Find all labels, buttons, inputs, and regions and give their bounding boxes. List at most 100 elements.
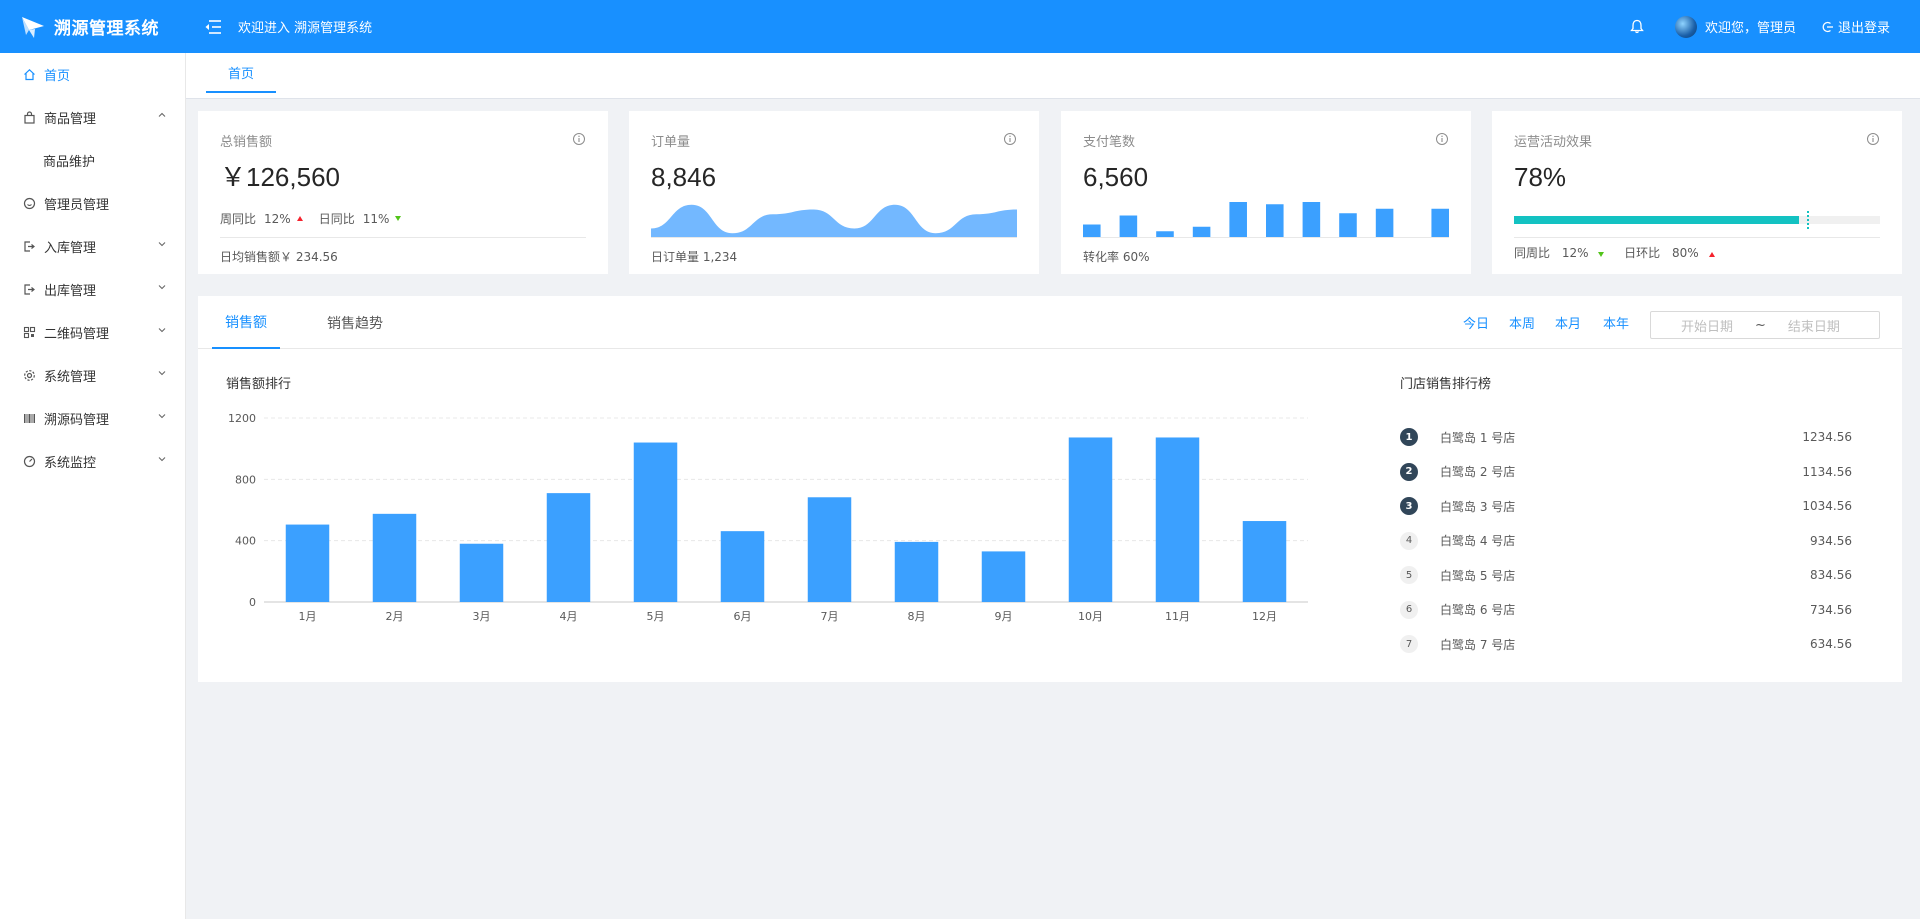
bar	[1242, 521, 1287, 602]
x-tick-label: 7月	[821, 610, 839, 623]
info-icon[interactable]	[1435, 132, 1449, 146]
wow-label: 周同比	[220, 212, 257, 226]
sidebar-item-label: 商品维护	[43, 155, 96, 170]
progress-target	[1806, 211, 1809, 229]
info-icon[interactable]	[1866, 132, 1880, 146]
home-icon	[22, 68, 36, 82]
ranking-title: 门店销售排行榜	[1400, 377, 1492, 392]
store-sales-value: 834.56	[1810, 568, 1852, 582]
barcode-icon	[22, 412, 36, 426]
store-sales-value: 934.56	[1810, 533, 1852, 548]
avatar[interactable]	[1674, 15, 1697, 38]
card-total-sales: 总销售额 ￥126,560 周同比 12% 日同比 11% 日均销售额￥ 234…	[198, 111, 608, 274]
sidebar-item-inbound[interactable]: 入库管理	[0, 225, 185, 268]
card-title: 订单量	[651, 135, 691, 150]
chevron-down-icon	[157, 368, 167, 378]
card-title: 运营活动效果	[1514, 135, 1593, 150]
y-tick-label: 1200	[228, 412, 256, 425]
progress-fill	[1514, 216, 1800, 224]
sidebar-item-goods[interactable]: 商品管理	[0, 96, 185, 139]
ranking-row: 4 白鹭岛 4 号店 934.56	[1400, 531, 1880, 551]
trend-up-icon	[1708, 252, 1715, 257]
sidebar: 首页 商品管理 商品维护 管理员管理 入库管理 出库管理 二维码管理 系统管理 …	[0, 53, 186, 919]
sidebar-item-monitor[interactable]: 系统监控	[0, 440, 185, 483]
menu-fold-icon[interactable]	[204, 18, 222, 36]
mini-bar	[1375, 208, 1394, 238]
ranking-row: 1 白鹭岛 1 号店 1234.56	[1400, 427, 1880, 447]
sidebar-item-system[interactable]: 系统管理	[0, 354, 185, 397]
wow-value: 12%	[264, 211, 291, 226]
range-week[interactable]: 本周	[1509, 296, 1535, 349]
end-date-input[interactable]: 结束日期	[1788, 316, 1840, 335]
card-footer: 同周比 12% 日环比 80%	[1514, 237, 1880, 261]
rank-number: 1	[1400, 428, 1418, 446]
sidebar-item-label: 入库管理	[44, 241, 97, 256]
user-welcome[interactable]: 欢迎您，管理员	[1705, 17, 1796, 36]
sidebar-item-label: 商品管理	[44, 112, 97, 127]
x-tick-label: 9月	[995, 610, 1013, 623]
y-tick-label: 800	[235, 473, 256, 486]
trend-down-icon	[1598, 252, 1605, 257]
bell-icon[interactable]	[1627, 17, 1647, 37]
rank-number: 6	[1400, 600, 1418, 619]
x-tick-label: 1月	[299, 610, 317, 623]
rank-number: 2	[1400, 462, 1418, 481]
range-year[interactable]: 本年	[1603, 296, 1629, 349]
logo[interactable]: 溯源管理系统	[0, 0, 186, 53]
sidebar-item-qrcode[interactable]: 二维码管理	[0, 311, 185, 354]
top-header: 溯源管理系统 欢迎进入 溯源管理系统 欢迎您，管理员 退出登录	[0, 0, 1920, 53]
chevron-down-icon	[157, 454, 167, 464]
tab-home[interactable]: 首页	[206, 53, 276, 93]
date-range-picker[interactable]: 开始日期 ~ 结束日期	[1650, 311, 1880, 339]
card-value: 8,846	[651, 162, 717, 192]
x-tick-label: 12月	[1252, 610, 1277, 623]
range-month[interactable]: 本月	[1555, 296, 1581, 349]
card-value: 6,560	[1083, 162, 1149, 192]
area-series	[651, 204, 1017, 238]
sidebar-item-admin[interactable]: 管理员管理	[0, 182, 185, 225]
x-tick-label: 2月	[386, 610, 404, 623]
yoy-value: 12%	[1561, 246, 1589, 260]
sidebar-item-goods-maintenance[interactable]: 商品维护	[0, 139, 185, 182]
logout-box-icon	[22, 283, 36, 297]
store-name: 白鹭岛 5 号店	[1440, 568, 1516, 583]
info-icon[interactable]	[572, 132, 586, 146]
rank-number: 5	[1400, 566, 1418, 584]
card-value: ￥126,560	[220, 162, 340, 192]
sidebar-item-home[interactable]: 首页	[0, 53, 185, 96]
start-date-input[interactable]: 开始日期	[1681, 316, 1733, 335]
store-sales-value: 1134.56	[1802, 464, 1852, 479]
range-today[interactable]: 今日	[1463, 296, 1489, 349]
trend-down-icon	[395, 216, 402, 221]
card-campaign: 运营活动效果 78% 同周比 12% 日环比 80%	[1492, 111, 1902, 274]
bar	[372, 513, 417, 602]
store-sales-value: 634.56	[1810, 637, 1852, 651]
sidebar-item-tracecode[interactable]: 溯源码管理	[0, 397, 185, 440]
chevron-down-icon	[157, 411, 167, 421]
bar	[894, 541, 939, 602]
mini-bar	[1229, 202, 1247, 238]
rank-number: 3	[1400, 497, 1418, 515]
logout-button[interactable]: 退出登录	[1822, 17, 1890, 36]
user-circle-icon	[22, 197, 36, 211]
bar	[807, 497, 852, 602]
sidebar-item-label: 管理员管理	[44, 198, 110, 213]
page-tabs: 首页	[186, 53, 1920, 99]
info-icon[interactable]	[1003, 132, 1017, 146]
store-name: 白鹭岛 7 号店	[1440, 637, 1516, 652]
x-tick-label: 6月	[734, 610, 752, 623]
mini-bar	[1266, 204, 1284, 238]
y-tick-label: 400	[235, 535, 256, 548]
ranking-row: 5 白鹭岛 5 号店 834.56	[1400, 565, 1880, 585]
gauge-icon	[22, 455, 36, 469]
bar	[1068, 437, 1113, 602]
sidebar-item-label: 系统监控	[44, 456, 97, 471]
store-sales-value: 1234.56	[1802, 430, 1852, 444]
login-icon	[22, 240, 36, 254]
sales-panel: 销售额 销售趋势 今日 本周 本月 本年 开始日期 ~ 结束日期 销售额排行 门…	[198, 296, 1902, 682]
card-orders: 订单量 8,846 日订单量 1,234	[629, 111, 1039, 274]
progress-track	[1514, 211, 1880, 229]
mini-bar	[1119, 215, 1138, 238]
sidebar-item-outbound[interactable]: 出库管理	[0, 268, 185, 311]
logout-icon	[1822, 21, 1834, 33]
